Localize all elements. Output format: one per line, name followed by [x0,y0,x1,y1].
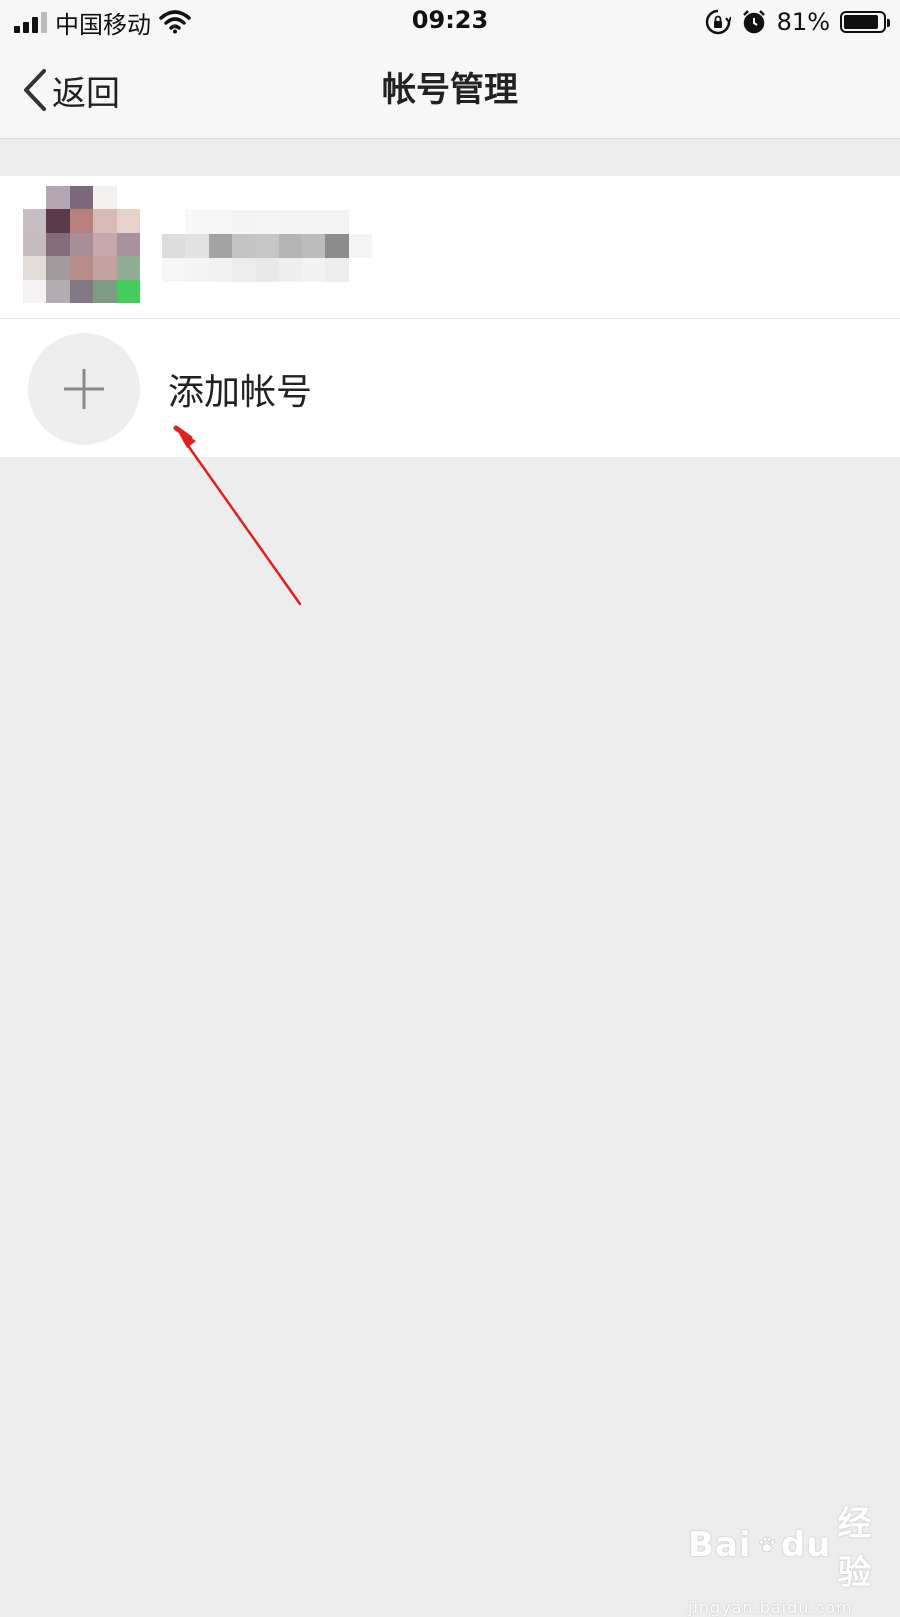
account-row[interactable] [0,176,900,319]
baidu-watermark: Bai du 经验 jingyan.baidu.com [688,1496,878,1617]
battery-icon [840,11,890,33]
annotation-arrow [173,425,302,606]
status-right: 81% [705,6,890,38]
add-account-label: 添加帐号 [168,372,313,413]
avatar [23,186,140,303]
battery-percent: 81% [776,8,830,36]
add-account-row[interactable]: 添加帐号 [0,319,900,457]
page-title: 帐号管理 [382,70,518,110]
rotation-lock-icon [705,9,731,35]
status-bar: 中国移动 09:23 81% [0,0,900,44]
watermark-brand: Bai [688,1525,752,1565]
watermark-brand-tail: du [780,1525,832,1565]
paw-icon [758,1536,775,1553]
account-name-blurred [162,210,372,282]
add-account-button[interactable] [28,333,140,445]
account-list: 添加帐号 [0,176,900,457]
watermark-product: 经验 [837,1504,873,1593]
watermark-url: jingyan.baidu.com [688,1598,853,1617]
nav-bar: 返回 帐号管理 [0,44,900,139]
alarm-icon [742,10,765,34]
plus-icon [64,369,104,409]
